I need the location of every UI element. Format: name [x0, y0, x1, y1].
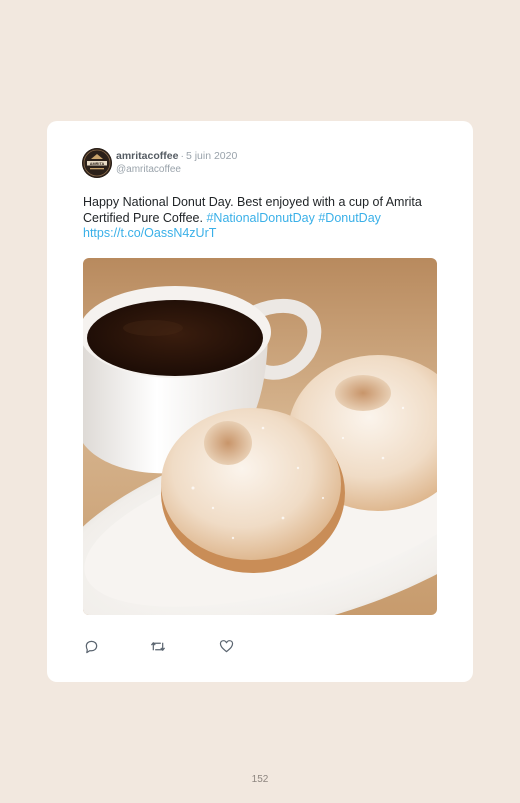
- avatar[interactable]: AMRITA: [82, 148, 112, 178]
- like-icon: [219, 640, 233, 653]
- retweet-button[interactable]: [150, 638, 166, 654]
- retweet-icon: [150, 641, 166, 651]
- page-number: 152: [251, 774, 269, 785]
- hashtag-national-donut-day[interactable]: #NationalDonutDay: [206, 211, 314, 225]
- tweet-text: Happy National Donut Day. Best enjoyed w…: [83, 195, 423, 242]
- hashtag-donut-day[interactable]: #DonutDay: [318, 211, 381, 225]
- tweet-card: AMRITA amritacoffee · 5 juin 2020 @amritac…: [47, 121, 473, 682]
- tweet-header: amritacoffee · 5 juin 2020: [116, 150, 237, 162]
- tweet-photo[interactable]: [83, 258, 437, 615]
- tweet-date[interactable]: 5 juin 2020: [186, 150, 237, 162]
- user-handle[interactable]: @amritacoffee: [116, 164, 181, 175]
- coffee-donut-image: [83, 258, 437, 615]
- like-button[interactable]: [218, 638, 234, 654]
- avatar-logo-text: AMRITA: [90, 162, 105, 166]
- tweet-link[interactable]: https://t.co/OassN4zUrT: [83, 226, 216, 240]
- reply-button[interactable]: [83, 638, 99, 654]
- display-name[interactable]: amritacoffee: [116, 150, 178, 162]
- separator-dot: ·: [180, 150, 184, 162]
- reply-icon: [85, 640, 97, 653]
- amrita-logo-icon: AMRITA: [82, 148, 112, 178]
